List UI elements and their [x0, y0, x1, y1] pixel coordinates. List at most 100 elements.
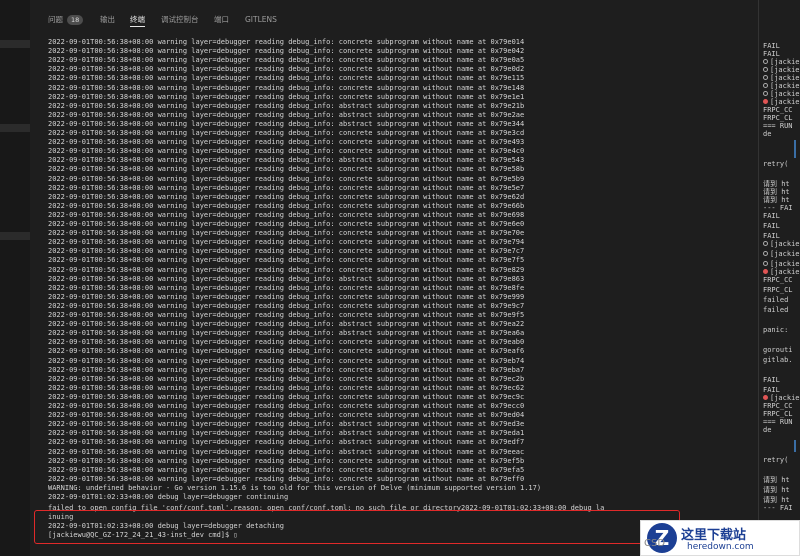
right-panel-line-text: [jackie — [770, 66, 800, 74]
right-panel-line-text: FAIL — [763, 50, 780, 58]
log-line: 2022-09-01T00:56:38+08:00 warning layer=… — [48, 456, 525, 465]
right-panel-line: gitlab. — [763, 356, 793, 364]
log-line: 2022-09-01T00:56:38+08:00 warning layer=… — [48, 129, 525, 137]
sidebar-marker — [0, 232, 30, 240]
log-line: 2022-09-01T00:56:38+08:00 warning layer=… — [48, 247, 525, 256]
log-line: 2022-09-01T00:56:38+08:00 warning layer=… — [48, 320, 525, 329]
right-panel-line: [jackie — [763, 66, 800, 74]
tab-ports[interactable]: 端口 — [214, 15, 229, 29]
circle-icon — [763, 59, 768, 64]
log-line: 2022-09-01T00:56:38+08:00 warning layer=… — [48, 356, 525, 365]
circle-icon — [763, 251, 768, 256]
right-panel-line: [jackie — [763, 58, 800, 66]
log-line: 2022-09-01T00:56:38+08:00 warning layer=… — [48, 283, 525, 292]
log-line: 2022-09-01T00:56:38+08:00 warning layer=… — [48, 65, 525, 74]
right-panel-line-text: 请到 ht — [763, 486, 790, 494]
right-panel-line-text: retry( — [763, 160, 789, 168]
scroll-marker — [794, 140, 796, 158]
right-panel-line-text: [jackie — [770, 240, 800, 248]
log-line: 2022-09-01T00:56:38+08:00 warning layer=… — [48, 402, 525, 410]
right-panel-line-text: 请到 ht — [763, 496, 790, 504]
right-panel-line: failed — [763, 306, 788, 314]
log-line: 2022-09-01T00:56:38+08:00 warning layer=… — [48, 119, 525, 128]
csdn-watermark: CSD — [644, 538, 666, 549]
log-line: 2022-09-01T00:56:38+08:00 warning layer=… — [48, 220, 525, 228]
scroll-marker — [794, 440, 796, 452]
log-line: 2022-09-01T00:56:38+08:00 warning layer=… — [48, 447, 525, 456]
tab-terminal[interactable]: 终端 — [130, 15, 145, 29]
right-panel-line-text: FRPC_CC — [763, 106, 793, 114]
sidebar-marker — [0, 124, 30, 132]
log-line: 2022-09-01T00:56:38+08:00 warning layer=… — [48, 311, 525, 319]
right-panel-line-text: gitlab. — [763, 356, 793, 364]
right-panel-line-text: [jackie — [770, 82, 800, 90]
right-panel-line-text: FRPC_CL — [763, 286, 793, 294]
log-line: 2022-09-01T00:56:38+08:00 warning layer=… — [48, 201, 525, 210]
right-panel-line-text: 请到 ht — [763, 476, 790, 484]
right-panel-line-text: [jackie — [770, 90, 800, 98]
log-line: 2022-09-01T00:56:38+08:00 warning layer=… — [48, 101, 525, 110]
right-panel-line-text: FRPC_CL — [763, 410, 793, 418]
right-panel-line-text: FAIL — [763, 386, 780, 394]
log-line: 2022-09-01T00:56:38+08:00 warning layer=… — [48, 156, 525, 165]
right-panel-line: FAIL — [763, 376, 780, 384]
right-panel-line: === RUN — [763, 418, 793, 426]
log-line: 2022-09-01T00:56:38+08:00 warning layer=… — [48, 192, 525, 201]
right-panel-line: 请到 ht — [763, 496, 790, 504]
right-panel-line: --- FAI — [763, 504, 793, 512]
log-line: 2022-09-01T00:56:38+08:00 warning layer=… — [48, 474, 525, 483]
log-line: 2022-09-01T00:56:38+08:00 warning layer=… — [48, 138, 525, 147]
right-panel-line-text: [jackie — [770, 260, 800, 268]
log-line: 2022-09-01T00:56:38+08:00 warning layer=… — [48, 238, 525, 247]
tab-problems[interactable]: 问题 18 — [48, 15, 84, 29]
right-panel-line: 请到 ht — [763, 188, 790, 196]
log-line: 2022-09-01T00:56:38+08:00 warning layer=… — [48, 38, 525, 46]
right-panel-line-text: --- FAI — [763, 504, 793, 512]
right-panel-line: [jackie — [763, 98, 800, 106]
right-panel-line: FAIL — [763, 222, 780, 230]
log-line: 2022-09-01T00:56:38+08:00 warning layer=… — [48, 174, 525, 183]
right-panel-line: failed — [763, 296, 788, 304]
circle-icon — [763, 67, 768, 72]
right-panel-line-text: FAIL — [763, 42, 780, 50]
circle-icon — [763, 241, 768, 246]
right-panel-line-text: retry( — [763, 456, 789, 464]
log-line: 2022-09-01T00:56:38+08:00 warning layer=… — [48, 392, 525, 401]
right-panel-line: gorouti — [763, 346, 793, 354]
right-panel-line-text: failed — [763, 296, 789, 304]
log-line: 2022-09-01T00:56:38+08:00 warning layer=… — [48, 74, 525, 83]
right-panel-line-text: FRPC_CL — [763, 114, 793, 122]
right-panel-line-text: de — [763, 130, 772, 138]
log-line: 2022-09-01T00:56:38+08:00 warning layer=… — [48, 338, 525, 347]
right-panel-line: retry( — [763, 160, 788, 168]
right-panel-line-text: FAIL — [763, 376, 780, 384]
right-panel-line: 请到 ht — [763, 196, 790, 204]
log-line: 2022-09-01T00:56:38+08:00 warning layer=… — [48, 110, 525, 119]
log-line: 2022-09-01T00:56:38+08:00 warning layer=… — [48, 438, 525, 447]
tab-output[interactable]: 输出 — [100, 15, 115, 29]
tab-gitlens[interactable]: GITLENS — [245, 15, 277, 29]
right-panel-line: 请到 ht — [763, 180, 790, 188]
log-line: 2022-09-01T00:56:38+08:00 warning layer=… — [48, 256, 525, 265]
log-line: 2022-09-01T00:56:38+08:00 warning layer=… — [48, 465, 525, 474]
log-line: 2022-09-01T00:56:38+08:00 warning layer=… — [48, 210, 525, 219]
log-line: 2022-09-01T00:56:38+08:00 warning layer=… — [48, 183, 525, 192]
right-output-panel[interactable]: FAIL FAIL [jackie [jackie [jackie [jackie [jac… — [758, 0, 800, 556]
log-line: 2022-09-01T01:02:33+08:00 debug layer=de… — [48, 493, 289, 501]
terminal-output[interactable]: 2022-09-01T00:56:38+08:00 warning layer=… — [46, 38, 750, 556]
right-panel-line: [jackie — [763, 240, 800, 248]
log-line: 2022-09-01T00:56:38+08:00 warning layer=… — [48, 365, 525, 374]
right-panel-line: 请到 ht — [763, 486, 790, 494]
right-panel-line: retry( — [763, 456, 788, 464]
panel-tab-bar: 问题 18 输出 终端 调试控制台 端口 GITLENS — [30, 0, 758, 36]
right-panel-line-text: de — [763, 426, 772, 434]
right-panel-line-text: FAIL — [763, 212, 780, 220]
right-panel-line: FRPC_CC — [763, 402, 793, 410]
tab-debug-console[interactable]: 调试控制台 — [161, 15, 199, 29]
circle-icon — [763, 261, 768, 266]
right-panel-line: [jackie — [763, 394, 800, 402]
right-panel-line-text: [jackie — [770, 250, 800, 258]
right-panel-line-text: === RUN — [763, 122, 793, 130]
log-line: 2022-09-01T00:56:38+08:00 warning layer=… — [48, 292, 525, 301]
circle-icon — [763, 75, 768, 80]
